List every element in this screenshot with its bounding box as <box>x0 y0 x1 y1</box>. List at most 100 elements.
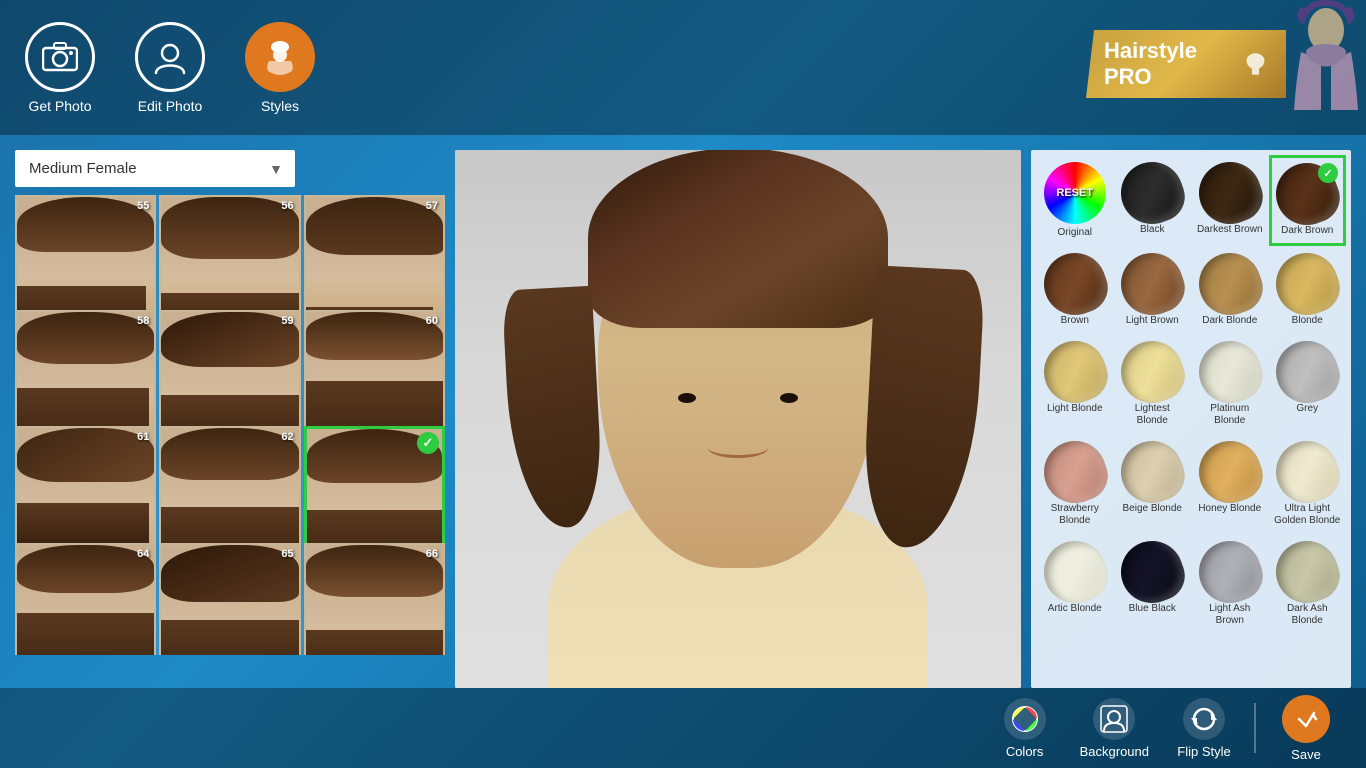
color-cell-dark-blonde[interactable]: Dark Blonde <box>1191 246 1269 334</box>
save-label: Save <box>1291 747 1321 762</box>
color-selected-checkmark: ✓ <box>1318 163 1338 183</box>
color-label-artic-blonde: Artic Blonde <box>1048 603 1102 615</box>
style-number: 55 <box>137 200 149 212</box>
color-cell-platinum[interactable]: Platinum Blonde <box>1191 334 1269 434</box>
color-label-black: Black <box>1140 224 1164 236</box>
color-swatch-strawberry <box>1035 432 1114 511</box>
color-cell-brown[interactable]: Brown <box>1036 246 1114 334</box>
color-label-grey: Grey <box>1296 403 1318 415</box>
reset-swatch: RESET <box>1044 162 1106 224</box>
color-swatch-dark-ash-blonde <box>1268 532 1347 611</box>
nav-edit-photo[interactable]: Edit Photo <box>130 22 210 114</box>
color-cell-blonde[interactable]: Blonde <box>1269 246 1347 334</box>
color-swatch-blonde <box>1268 244 1347 323</box>
bottom-divider <box>1254 703 1256 753</box>
background-action[interactable]: Background <box>1070 693 1159 764</box>
style-category-dropdown[interactable]: Medium Female Short Female Long Female M… <box>15 150 295 187</box>
color-swatch-light-blonde <box>1035 332 1114 411</box>
color-label-blonde: Blonde <box>1292 315 1323 327</box>
color-label-dark-brown: Dark Brown <box>1281 225 1333 237</box>
color-swatch-light-brown <box>1113 244 1192 323</box>
save-action[interactable]: Save <box>1266 690 1346 767</box>
get-photo-icon <box>25 22 95 92</box>
color-swatch-lightest-blonde <box>1113 332 1192 411</box>
color-swatch-brown <box>1035 244 1114 323</box>
color-cell-black[interactable]: Black <box>1114 155 1192 246</box>
colors-label: Colors <box>1006 744 1044 759</box>
color-swatch-grey <box>1268 332 1347 411</box>
colors-icon <box>1004 698 1046 740</box>
color-label-dark-ash-blonde: Dark Ash Blonde <box>1274 603 1342 627</box>
colors-action[interactable]: Colors <box>985 693 1065 764</box>
color-cell-honey-blonde[interactable]: Honey Blonde <box>1191 434 1269 534</box>
style-item-66[interactable]: 66 <box>304 543 445 655</box>
color-cell-light-blonde[interactable]: Light Blonde <box>1036 334 1114 434</box>
edit-photo-icon <box>135 22 205 92</box>
style-item-65[interactable]: 65 <box>159 543 300 655</box>
center-preview-panel <box>455 150 1021 688</box>
color-swatch-light-ash-brown <box>1190 532 1269 611</box>
top-bar: Get Photo Edit Photo Styles <box>0 0 1366 135</box>
color-label-light-blonde: Light Blonde <box>1047 403 1103 415</box>
color-label-light-ash-brown: Light Ash Brown <box>1196 603 1264 627</box>
color-swatch-ultra-light <box>1268 432 1347 511</box>
color-label-ultra-light: Ultra Light Golden Blonde <box>1274 503 1342 527</box>
color-swatch-dark-blonde <box>1190 244 1269 323</box>
style-number: 59 <box>281 315 293 327</box>
color-swatch-black <box>1113 153 1192 232</box>
edit-photo-label: Edit Photo <box>138 98 203 114</box>
style-number: 66 <box>426 548 438 560</box>
color-cell-strawberry[interactable]: Strawberry Blonde <box>1036 434 1114 534</box>
color-cell-dark-ash-blonde[interactable]: Dark Ash Blonde <box>1269 534 1347 634</box>
styles-icon <box>245 22 315 92</box>
style-number: 57 <box>426 200 438 212</box>
color-swatch-artic-blonde <box>1035 532 1114 611</box>
app-title: Hairstyle PRO <box>1104 38 1235 90</box>
color-swatch-honey-blonde <box>1190 432 1269 511</box>
style-number: 60 <box>426 315 438 327</box>
color-cell-lightest-blonde[interactable]: Lightest Blonde <box>1114 334 1192 434</box>
background-icon <box>1093 698 1135 740</box>
color-palette-panel: RESET Original Black Darkest Brown ✓ Dar… <box>1031 150 1351 688</box>
style-number: 58 <box>137 315 149 327</box>
left-panel: Medium Female Short Female Long Female M… <box>15 150 445 688</box>
style-number: 65 <box>281 548 293 560</box>
portrait-preview <box>455 150 1021 688</box>
flip-style-label: Flip Style <box>1177 744 1230 759</box>
color-cell-light-ash-brown[interactable]: Light Ash Brown <box>1191 534 1269 634</box>
color-label-strawberry: Strawberry Blonde <box>1041 503 1109 527</box>
color-label-original: Original <box>1058 227 1092 239</box>
style-item-64[interactable]: 64 <box>15 543 156 655</box>
color-cell-original[interactable]: RESET Original <box>1036 155 1114 246</box>
color-label-platinum: Platinum Blonde <box>1196 403 1264 427</box>
color-label-lightest-blonde: Lightest Blonde <box>1119 403 1187 427</box>
background-label: Background <box>1080 744 1149 759</box>
color-cell-grey[interactable]: Grey <box>1269 334 1347 434</box>
color-label-brown: Brown <box>1061 315 1089 327</box>
styles-label: Styles <box>261 98 299 114</box>
color-cell-ultra-light[interactable]: Ultra Light Golden Blonde <box>1269 434 1347 534</box>
app-logo: Hairstyle PRO <box>1086 30 1286 98</box>
color-swatch-beige-blonde <box>1113 432 1192 511</box>
color-label-blue-black: Blue Black <box>1129 603 1176 615</box>
color-cell-beige-blonde[interactable]: Beige Blonde <box>1114 434 1192 534</box>
color-label-honey-blonde: Honey Blonde <box>1198 503 1261 515</box>
style-number: 62 <box>281 431 293 443</box>
main-content: Medium Female Short Female Long Female M… <box>0 135 1366 688</box>
style-dropdown-wrapper[interactable]: Medium Female Short Female Long Female M… <box>15 150 295 187</box>
color-cell-artic-blonde[interactable]: Artic Blonde <box>1036 534 1114 634</box>
get-photo-label: Get Photo <box>28 98 91 114</box>
color-cell-darkest-brown[interactable]: Darkest Brown <box>1191 155 1269 246</box>
color-cell-light-brown[interactable]: Light Brown <box>1114 246 1192 334</box>
nav-get-photo[interactable]: Get Photo <box>20 22 100 114</box>
style-number: 56 <box>281 200 293 212</box>
color-cell-blue-black[interactable]: Blue Black <box>1114 534 1192 634</box>
style-number: 64 <box>137 548 149 560</box>
color-label-light-brown: Light Brown <box>1126 315 1179 327</box>
flip-style-icon <box>1183 698 1225 740</box>
color-swatch-platinum <box>1190 332 1269 411</box>
flip-style-action[interactable]: Flip Style <box>1164 693 1244 764</box>
nav-styles[interactable]: Styles <box>240 22 320 114</box>
color-cell-dark-brown[interactable]: ✓ Dark Brown <box>1269 155 1347 246</box>
selected-checkmark: ✓ <box>417 432 439 454</box>
